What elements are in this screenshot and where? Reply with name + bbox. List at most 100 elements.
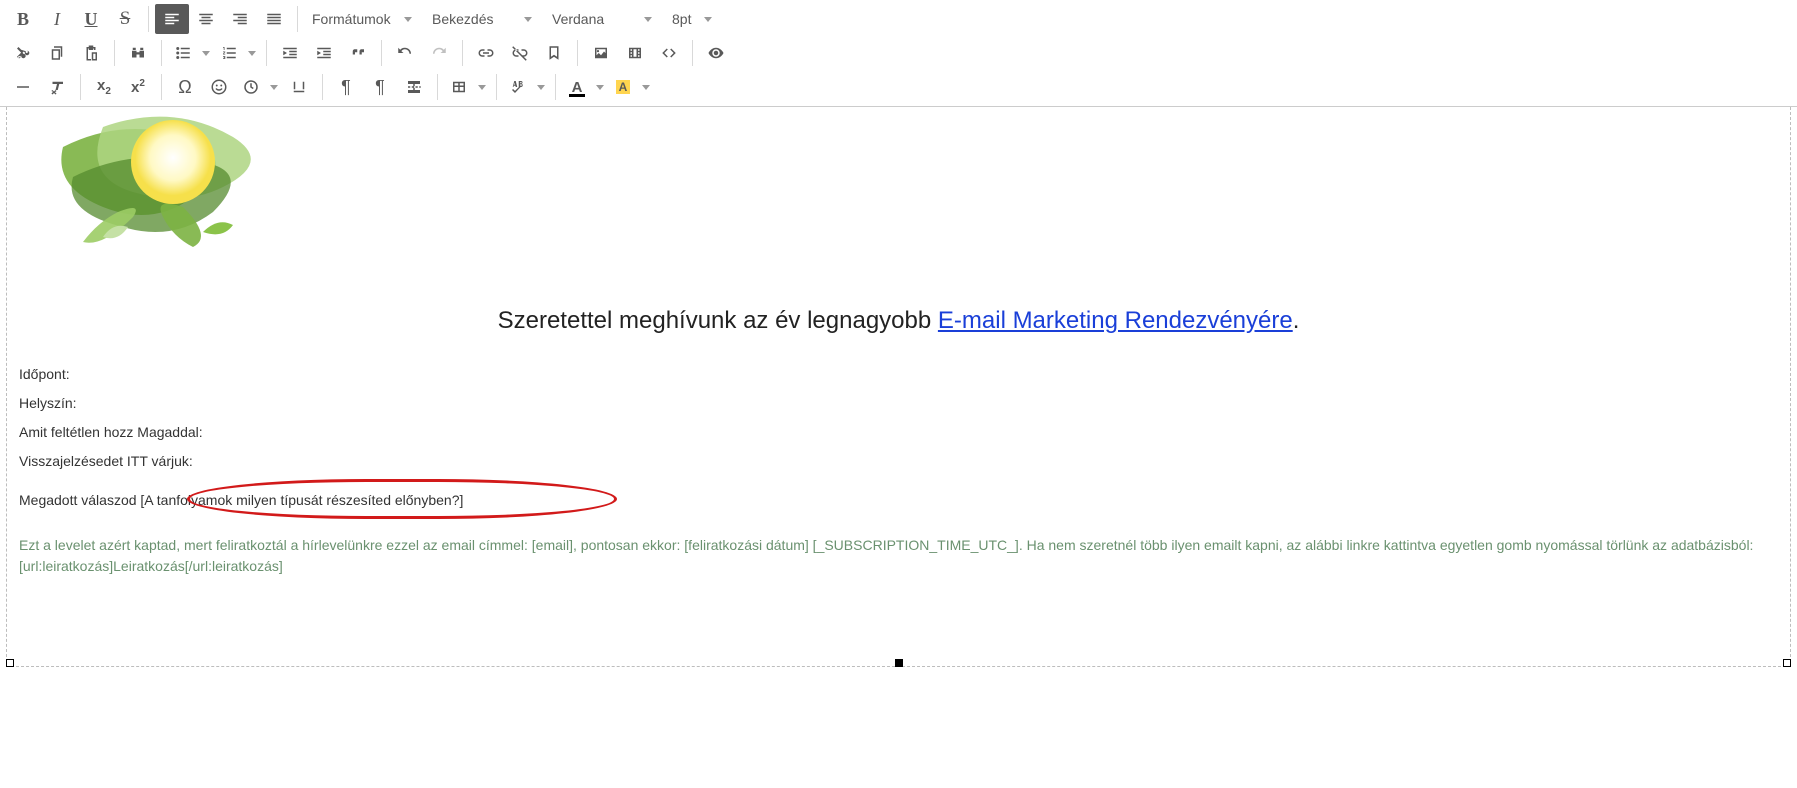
- italic-button[interactable]: I: [40, 4, 74, 34]
- special-char-button[interactable]: Ω: [168, 72, 202, 102]
- insert-image-button[interactable]: [584, 38, 618, 68]
- resize-handle-br[interactable]: [1783, 659, 1791, 667]
- background-color-button[interactable]: A: [608, 72, 638, 102]
- insert-media-button[interactable]: [618, 38, 652, 68]
- source-code-button[interactable]: [652, 38, 686, 68]
- numbered-list-caret[interactable]: [244, 38, 260, 68]
- nonbreaking-space-button[interactable]: [282, 72, 316, 102]
- editor-area: Szeretettel meghívunk az év legnagyobb E…: [0, 107, 1797, 673]
- separator: [161, 40, 162, 66]
- invitation-link[interactable]: E-mail Marketing Rendezvényére: [938, 307, 1293, 334]
- text-color-caret[interactable]: [592, 72, 608, 102]
- ltr-icon: ¶: [341, 77, 351, 98]
- separator: [148, 6, 149, 32]
- cut-button[interactable]: [6, 38, 40, 68]
- underline-button[interactable]: U: [74, 4, 108, 34]
- bold-icon: B: [17, 9, 29, 30]
- preview-button[interactable]: [699, 38, 733, 68]
- pagebreak-button[interactable]: [397, 72, 431, 102]
- copy-icon: [48, 44, 66, 62]
- separator: [297, 6, 298, 32]
- remove-link-button[interactable]: [503, 38, 537, 68]
- formats-dropdown[interactable]: Formátumok: [302, 4, 422, 34]
- spellcheck-button[interactable]: [503, 72, 533, 102]
- insert-link-button[interactable]: [469, 38, 503, 68]
- strikethrough-button[interactable]: S: [108, 4, 142, 34]
- find-replace-button[interactable]: [121, 38, 155, 68]
- table-caret[interactable]: [474, 72, 490, 102]
- outdent-button[interactable]: [273, 38, 307, 68]
- invitation-suffix: .: [1293, 307, 1300, 334]
- pagebreak-icon: [405, 78, 423, 96]
- feedback-row: Visszajelzésedet ITT várjuk:: [19, 452, 1778, 471]
- editor-canvas[interactable]: Szeretettel meghívunk az év legnagyobb E…: [6, 107, 1791, 667]
- answer-row: Megadott válaszod [A tanfolyamok milyen …: [19, 491, 463, 510]
- smile-icon: [210, 78, 228, 96]
- header-logo-image: [43, 107, 303, 267]
- anchor-button[interactable]: [537, 38, 571, 68]
- resize-handle-bl[interactable]: [6, 659, 14, 667]
- font-size-dropdown[interactable]: 8pt: [662, 4, 722, 34]
- invitation-prefix: Szeretettel meghívunk az év legnagyobb: [498, 307, 938, 334]
- place-row: Helyszín:: [19, 394, 1778, 413]
- copy-button[interactable]: [40, 38, 74, 68]
- nbsp-icon: [290, 78, 308, 96]
- indent-icon: [315, 44, 333, 62]
- text-color-split: A: [562, 72, 608, 102]
- text-color-icon: A: [572, 79, 583, 96]
- bullet-list-icon: [174, 44, 192, 62]
- table-button[interactable]: [444, 72, 474, 102]
- align-center-button[interactable]: [189, 4, 223, 34]
- align-right-button[interactable]: [223, 4, 257, 34]
- separator: [462, 40, 463, 66]
- emoticons-button[interactable]: [202, 72, 236, 102]
- insert-datetime-button[interactable]: [236, 72, 266, 102]
- separator: [80, 74, 81, 100]
- size-label: 8pt: [672, 11, 691, 27]
- paragraph-dropdown[interactable]: Bekezdés: [422, 4, 542, 34]
- paste-button[interactable]: [74, 38, 108, 68]
- unsubscribe-footer: Ezt a levelet azért kaptad, mert felirat…: [19, 535, 1778, 576]
- strike-icon: S: [120, 8, 131, 30]
- resize-handle-bc[interactable]: [895, 659, 903, 667]
- redo-icon: [430, 44, 448, 62]
- superscript-button[interactable]: x2: [121, 72, 155, 102]
- bg-color-split: A: [608, 72, 654, 102]
- ltr-button[interactable]: ¶: [329, 72, 363, 102]
- redo-button[interactable]: [422, 38, 456, 68]
- bullet-list-button[interactable]: [168, 38, 198, 68]
- subscript-button[interactable]: x2: [87, 72, 121, 102]
- clear-formatting-button[interactable]: [40, 72, 74, 102]
- clear-format-icon: [48, 78, 66, 96]
- subscript-icon: x2: [97, 77, 111, 97]
- binoculars-icon: [129, 44, 147, 62]
- table-icon: [450, 78, 468, 96]
- separator: [381, 40, 382, 66]
- datetime-split: [236, 72, 282, 102]
- chevron-down-icon: [596, 85, 604, 90]
- align-right-icon: [231, 10, 249, 28]
- underline-icon: U: [85, 9, 98, 30]
- answer-label: Megadott válaszod: [19, 492, 137, 508]
- horizontal-rule-button[interactable]: [6, 72, 40, 102]
- datetime-caret[interactable]: [266, 72, 282, 102]
- undo-button[interactable]: [388, 38, 422, 68]
- bullet-list-caret[interactable]: [198, 38, 214, 68]
- blockquote-button[interactable]: [341, 38, 375, 68]
- indent-button[interactable]: [307, 38, 341, 68]
- align-justify-button[interactable]: [257, 4, 291, 34]
- font-family-dropdown[interactable]: Verdana: [542, 4, 662, 34]
- align-left-button[interactable]: [155, 4, 189, 34]
- bg-color-caret[interactable]: [638, 72, 654, 102]
- separator: [266, 40, 267, 66]
- editor-toolbar: B I U S Formátumok Bekezdés Verdana 8pt: [0, 0, 1797, 107]
- rtl-button[interactable]: ¶: [363, 72, 397, 102]
- italic-icon: I: [54, 9, 60, 30]
- toolbar-row-1: B I U S Formátumok Bekezdés Verdana 8pt: [0, 2, 1797, 36]
- quote-icon: [349, 44, 367, 62]
- bold-button[interactable]: B: [6, 4, 40, 34]
- eye-icon: [707, 44, 725, 62]
- numbered-list-button[interactable]: [214, 38, 244, 68]
- spellcheck-caret[interactable]: [533, 72, 549, 102]
- text-color-button[interactable]: A: [562, 72, 592, 102]
